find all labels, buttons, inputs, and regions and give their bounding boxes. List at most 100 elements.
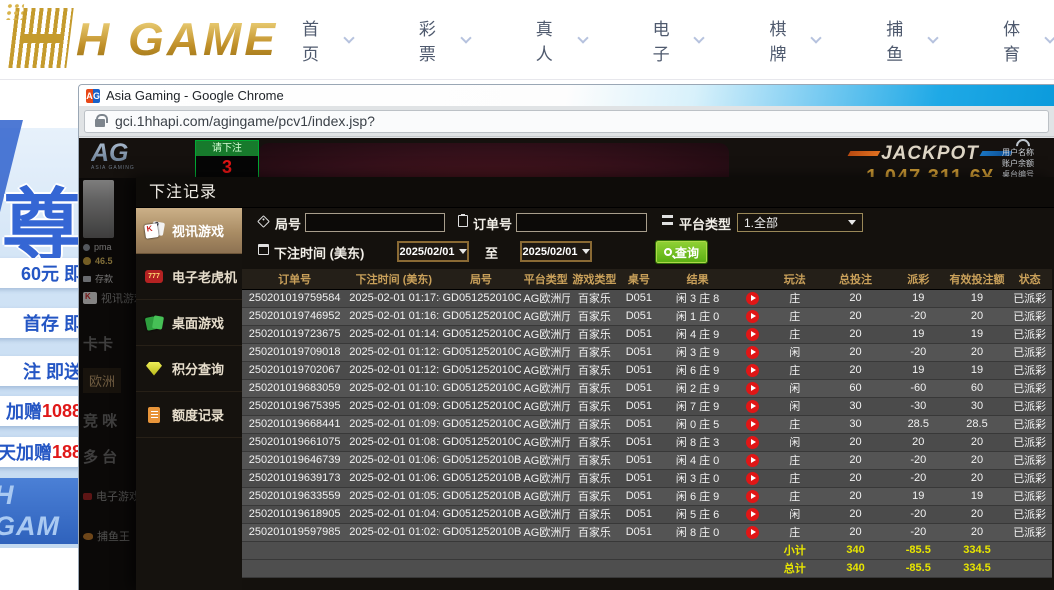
- sidebar-item-4[interactable]: 额度记录: [136, 392, 242, 438]
- nav-item-1[interactable]: 彩票: [419, 15, 470, 65]
- summary-empty-cell: [440, 559, 521, 577]
- baccarat-table-banner: [259, 143, 729, 178]
- cell-result: 闲 2 庄 9: [659, 379, 736, 397]
- lobby-hall-tab[interactable]: 多 台: [83, 446, 117, 467]
- nav-item-5[interactable]: 捕鱼: [886, 15, 937, 65]
- cell-bet-time: 2025-02-01 01:12:11: [347, 361, 440, 379]
- cell-game-type: 百家乐: [570, 451, 619, 469]
- play-video-icon[interactable]: [746, 382, 759, 395]
- sidebar-item-0[interactable]: 视讯游戏: [136, 208, 242, 254]
- nav-item-4[interactable]: 棋牌: [769, 15, 820, 65]
- cell-payout: 19: [890, 289, 947, 307]
- status-badge: 已派彩: [1007, 487, 1052, 505]
- play-video-icon[interactable]: [746, 418, 759, 431]
- play-video-icon[interactable]: [746, 346, 759, 359]
- cell-valid-bet: 28.5: [947, 415, 1008, 433]
- cell-total-bet: 30: [821, 415, 890, 433]
- document-icon: [145, 406, 165, 424]
- cards-icon: [83, 292, 97, 304]
- cell-table-number: D051: [619, 289, 660, 307]
- play-video-icon[interactable]: [746, 328, 759, 341]
- sidebar-item-3[interactable]: 积分查询: [136, 346, 242, 392]
- cell-platform: AG欧洲厅: [521, 289, 570, 307]
- lobby-item-video[interactable]: 视讯游戏: [83, 290, 136, 306]
- summary-empty-cell: [1007, 559, 1052, 577]
- chevron-down-icon: [811, 32, 822, 43]
- table-row: 2502010197469522025-02-01 01:16:32GD0512…: [242, 307, 1052, 325]
- search-button[interactable]: 查询: [656, 241, 707, 263]
- summary-empty-cell: [521, 541, 570, 559]
- lobby-hall-tab-active[interactable]: 欧洲: [83, 368, 121, 393]
- window-title: Asia Gaming - Google Chrome: [106, 88, 284, 103]
- play-video-icon[interactable]: [746, 292, 759, 305]
- cell-platform: AG欧洲厅: [521, 361, 570, 379]
- platform-type-select[interactable]: 1.全部: [737, 213, 863, 232]
- cell-table-number: D051: [619, 415, 660, 433]
- cell-replay: [736, 469, 768, 487]
- cell-payout: -20: [890, 505, 947, 523]
- total-row: 总计340-85.5334.5: [242, 559, 1052, 577]
- cell-platform: AG欧洲厅: [521, 379, 570, 397]
- cell-table-number: D051: [619, 505, 660, 523]
- play-video-icon[interactable]: [746, 472, 759, 485]
- round-number-input[interactable]: [305, 213, 445, 232]
- sidebar-item-2[interactable]: 桌面游戏: [136, 300, 242, 346]
- sidebar-item-1[interactable]: 电子老虎机: [136, 254, 242, 300]
- nav-item-6[interactable]: 体育: [1003, 15, 1054, 65]
- summary-empty-cell: [736, 559, 768, 577]
- play-video-icon[interactable]: [746, 454, 759, 467]
- chevron-down-icon: [577, 32, 588, 43]
- cell-game-type: 百家乐: [570, 379, 619, 397]
- bankcard-icon: [83, 276, 91, 282]
- deposit-link[interactable]: 存款: [83, 272, 113, 285]
- hh-logo-bars-icon: [8, 8, 73, 68]
- browser-titlebar[interactable]: AG Asia Gaming - Google Chrome: [79, 85, 1054, 106]
- play-video-icon[interactable]: [746, 508, 759, 521]
- cell-result: 闲 4 庄 9: [659, 325, 736, 343]
- site-logo-text: H GAME: [76, 10, 278, 68]
- nav-item-3[interactable]: 电子: [653, 15, 704, 65]
- lobby-hall-tab[interactable]: 卡卡: [83, 333, 113, 354]
- date-from-picker[interactable]: 2025/02/01: [397, 241, 469, 262]
- cell-result: 闲 6 庄 9: [659, 487, 736, 505]
- cell-replay: [736, 397, 768, 415]
- summary-label: 小计: [768, 541, 821, 559]
- address-bar[interactable]: gci.1hhapi.com/agingame/pcv1/index.jsp?: [84, 110, 1049, 133]
- jackpot-banner: JACKPOT 1,047,311.6¥: [841, 143, 1019, 178]
- lobby-hall-tab[interactable]: 竞 咪: [83, 410, 117, 431]
- promo-bar-1: 首存 即: [0, 308, 78, 338]
- date-to-picker[interactable]: 2025/02/01: [520, 241, 592, 262]
- sidebar-item-label: 积分查询: [172, 359, 224, 378]
- cell-platform: AG欧洲厅: [521, 343, 570, 361]
- cell-game-type: 百家乐: [570, 361, 619, 379]
- lobby-item-slots[interactable]: 电子游戏: [83, 488, 136, 504]
- cell-result: 闲 6 庄 9: [659, 361, 736, 379]
- cell-game-type: 百家乐: [570, 415, 619, 433]
- chevron-down-icon: [460, 32, 471, 43]
- avatar: [83, 180, 114, 238]
- ag-logo-subtext: ASIA GAMING: [91, 166, 135, 171]
- sidebar-item-label: 桌面游戏: [172, 313, 224, 332]
- summary-total-bet: 340: [821, 559, 890, 577]
- jackpot-label: JACKPOT: [855, 143, 1005, 165]
- cell-game-type: 百家乐: [570, 397, 619, 415]
- lock-icon[interactable]: [95, 119, 105, 127]
- nav-item-2[interactable]: 真人: [536, 15, 587, 65]
- cell-result: 闲 3 庄 8: [659, 289, 736, 307]
- play-video-icon[interactable]: [746, 364, 759, 377]
- cell-valid-bet: 60: [947, 379, 1008, 397]
- cell-play-type: 庄: [768, 469, 821, 487]
- play-video-icon[interactable]: [746, 310, 759, 323]
- play-video-icon[interactable]: [746, 490, 759, 503]
- lobby-item-fishing[interactable]: 捕鱼王: [83, 528, 130, 544]
- site-logo[interactable]: H GAME: [12, 8, 278, 68]
- play-video-icon[interactable]: [746, 400, 759, 413]
- nav-item-0[interactable]: 首页: [302, 15, 353, 65]
- order-number-input[interactable]: [516, 213, 647, 232]
- play-video-icon[interactable]: [746, 436, 759, 449]
- balance: 46.5: [83, 256, 113, 266]
- site-header: H GAME 首页 彩票 真人 电子 棋牌 捕鱼 体育: [0, 0, 1054, 80]
- play-video-icon[interactable]: [746, 526, 759, 539]
- cell-play-type: 庄: [768, 487, 821, 505]
- cell-payout: -20: [890, 523, 947, 541]
